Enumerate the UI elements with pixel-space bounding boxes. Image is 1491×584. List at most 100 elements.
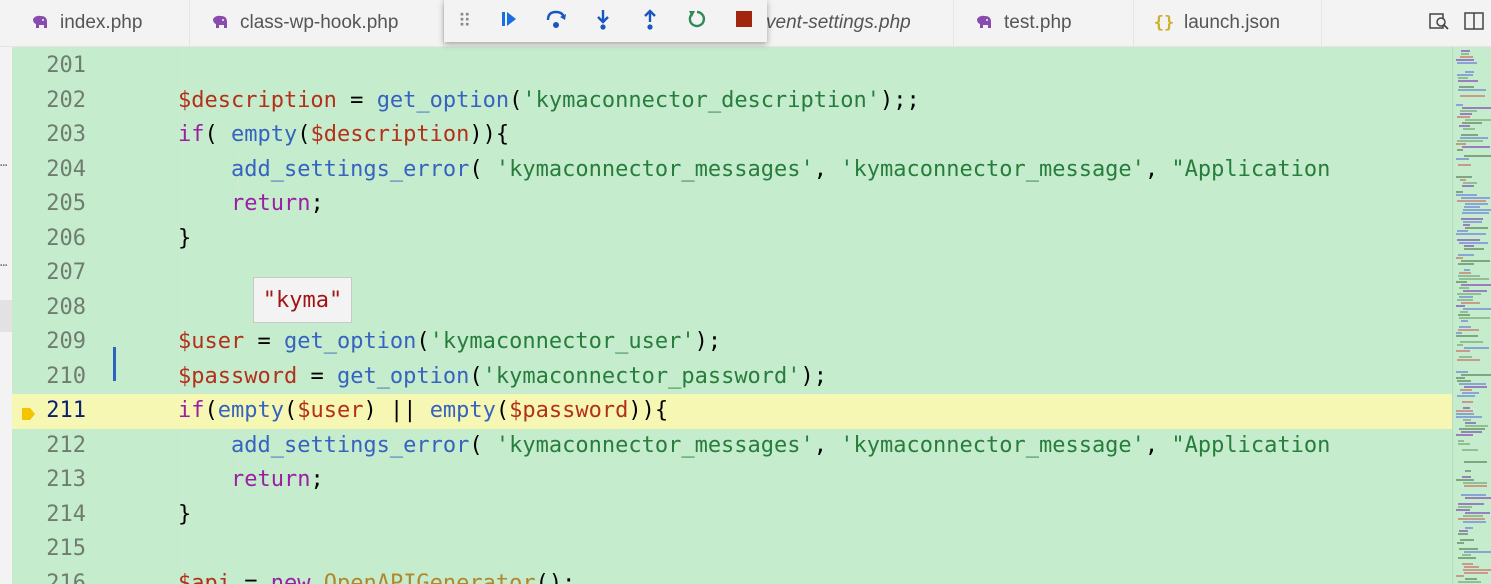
minimap-line (1457, 200, 1486, 202)
code-line[interactable]: 211 if(empty($user) || empty($password))… (12, 394, 1452, 429)
restart-button[interactable] (673, 0, 720, 42)
line-number[interactable]: 209 (12, 325, 86, 360)
code-line[interactable]: 209 $user = get_option('kymaconnector_us… (12, 325, 1452, 360)
code-line[interactable]: 203 if( empty($description)){ (12, 118, 1452, 153)
minimap-line (1461, 431, 1482, 433)
code-line[interactable]: 208 (12, 291, 1452, 326)
minimap-line (1457, 230, 1468, 232)
code-token: $description (310, 122, 470, 147)
line-number[interactable]: 213 (12, 463, 86, 498)
tab-test-php[interactable]: test.php (954, 0, 1134, 46)
minimap-line (1461, 260, 1490, 262)
minimap-line (1461, 197, 1490, 199)
minimap-line (1461, 374, 1491, 376)
minimap-line (1461, 284, 1491, 286)
code-line[interactable]: 210 $password = get_option('kymaconnecto… (12, 360, 1452, 395)
code-line[interactable]: 214 } (12, 498, 1452, 533)
line-number[interactable]: 204 (12, 153, 86, 188)
minimap-line (1456, 158, 1469, 160)
code-line[interactable]: 206 } (12, 222, 1452, 257)
code-token: ( (204, 122, 231, 147)
minimap-line (1458, 581, 1481, 583)
step-into-button[interactable] (579, 0, 626, 42)
minimap-line (1464, 485, 1487, 487)
code-line[interactable]: 207 (12, 256, 1452, 291)
code-token: } (125, 501, 192, 527)
code-token: get_option (283, 329, 417, 354)
minimap-line (1459, 383, 1486, 385)
code-token: new (270, 570, 311, 584)
minimap-line (1464, 551, 1491, 553)
minimap-line (1456, 413, 1474, 415)
split-editor-icon[interactable] (1463, 10, 1485, 36)
line-number[interactable]: 205 (12, 187, 86, 222)
minimap-line (1459, 272, 1471, 274)
code-token: add_settings_error (230, 156, 470, 182)
tab-index-php[interactable]: index.php (0, 0, 190, 46)
minimap-line (1463, 128, 1475, 130)
code-line[interactable]: 213 return; (12, 463, 1452, 498)
line-number[interactable]: 212 (12, 429, 86, 464)
minimap-line (1465, 527, 1473, 529)
tab-class-wp-hook-php[interactable]: class-wp-hook.php (190, 0, 444, 46)
line-number[interactable]: 207 (12, 256, 86, 291)
code-token: 'kymaconnector_messages' (495, 156, 814, 182)
code-text: return; (125, 463, 324, 498)
minimap-line (1462, 107, 1491, 109)
minimap-line (1462, 554, 1471, 556)
line-number[interactable]: 202 (12, 84, 86, 119)
more-icon[interactable]: ⋯ (0, 259, 8, 271)
minimap-line (1457, 116, 1470, 118)
minimap-line (1464, 269, 1470, 271)
line-number[interactable]: 201 (12, 49, 86, 84)
continue-button[interactable] (485, 0, 532, 42)
current-line-marker (113, 347, 116, 381)
code-token: $api (177, 570, 231, 584)
minimap-line (1463, 482, 1487, 484)
code-token: ( (283, 398, 298, 423)
minimap-line (1457, 140, 1483, 142)
code-text: $user = get_option('kymaconnector_user')… (125, 325, 721, 360)
tab-event-settings-php[interactable]: vent-settings.php (740, 0, 954, 46)
line-number[interactable]: 206 (12, 222, 86, 257)
minimap-line (1463, 209, 1491, 211)
line-number[interactable]: 208 (12, 291, 86, 326)
line-number[interactable]: 210 (12, 360, 86, 395)
code-line[interactable]: 212 add_settings_error( 'kymaconnector_m… (12, 429, 1452, 464)
step-over-button[interactable] (532, 0, 579, 42)
line-number[interactable]: 216 (12, 567, 86, 584)
minimap[interactable] (1452, 47, 1491, 584)
stop-icon (735, 10, 753, 32)
minimap-line (1463, 182, 1477, 184)
code-token: empty (429, 398, 496, 423)
minimap-line (1462, 212, 1489, 214)
line-number[interactable]: 203 (12, 118, 86, 153)
code-line[interactable]: 204 add_settings_error( 'kymaconnector_m… (12, 153, 1452, 188)
open-changes-icon[interactable] (1428, 10, 1450, 36)
drag-handle-icon[interactable]: ⠿ (444, 11, 485, 32)
minimap-line (1460, 110, 1477, 112)
step-out-button[interactable] (626, 0, 673, 42)
code-line[interactable]: 205 return; (12, 187, 1452, 222)
code-line[interactable]: 202 $description = get_option('kymaconne… (12, 84, 1452, 119)
more-icon[interactable]: ⋯ (0, 159, 8, 171)
tab-launch-json[interactable]: {} launch.json (1134, 0, 1322, 46)
minimap-line (1456, 176, 1472, 178)
code-line[interactable]: 201 (12, 49, 1452, 84)
minimap-line (1458, 440, 1464, 442)
line-number[interactable]: 215 (12, 532, 86, 567)
code-line[interactable]: 216 $api = new OpenAPIGenerator(); (12, 567, 1452, 584)
stop-button[interactable] (720, 0, 767, 42)
minimap-line (1465, 470, 1471, 472)
code-editor[interactable]: 201 202 $description = get_option('kymaco… (12, 47, 1452, 584)
line-number[interactable]: 214 (12, 498, 86, 533)
code-line[interactable]: 215 (12, 532, 1452, 567)
code-token: ( (469, 156, 496, 182)
php-elephant-icon (210, 13, 230, 33)
tab-label: launch.json (1184, 12, 1281, 33)
code-token: ); (694, 329, 722, 354)
